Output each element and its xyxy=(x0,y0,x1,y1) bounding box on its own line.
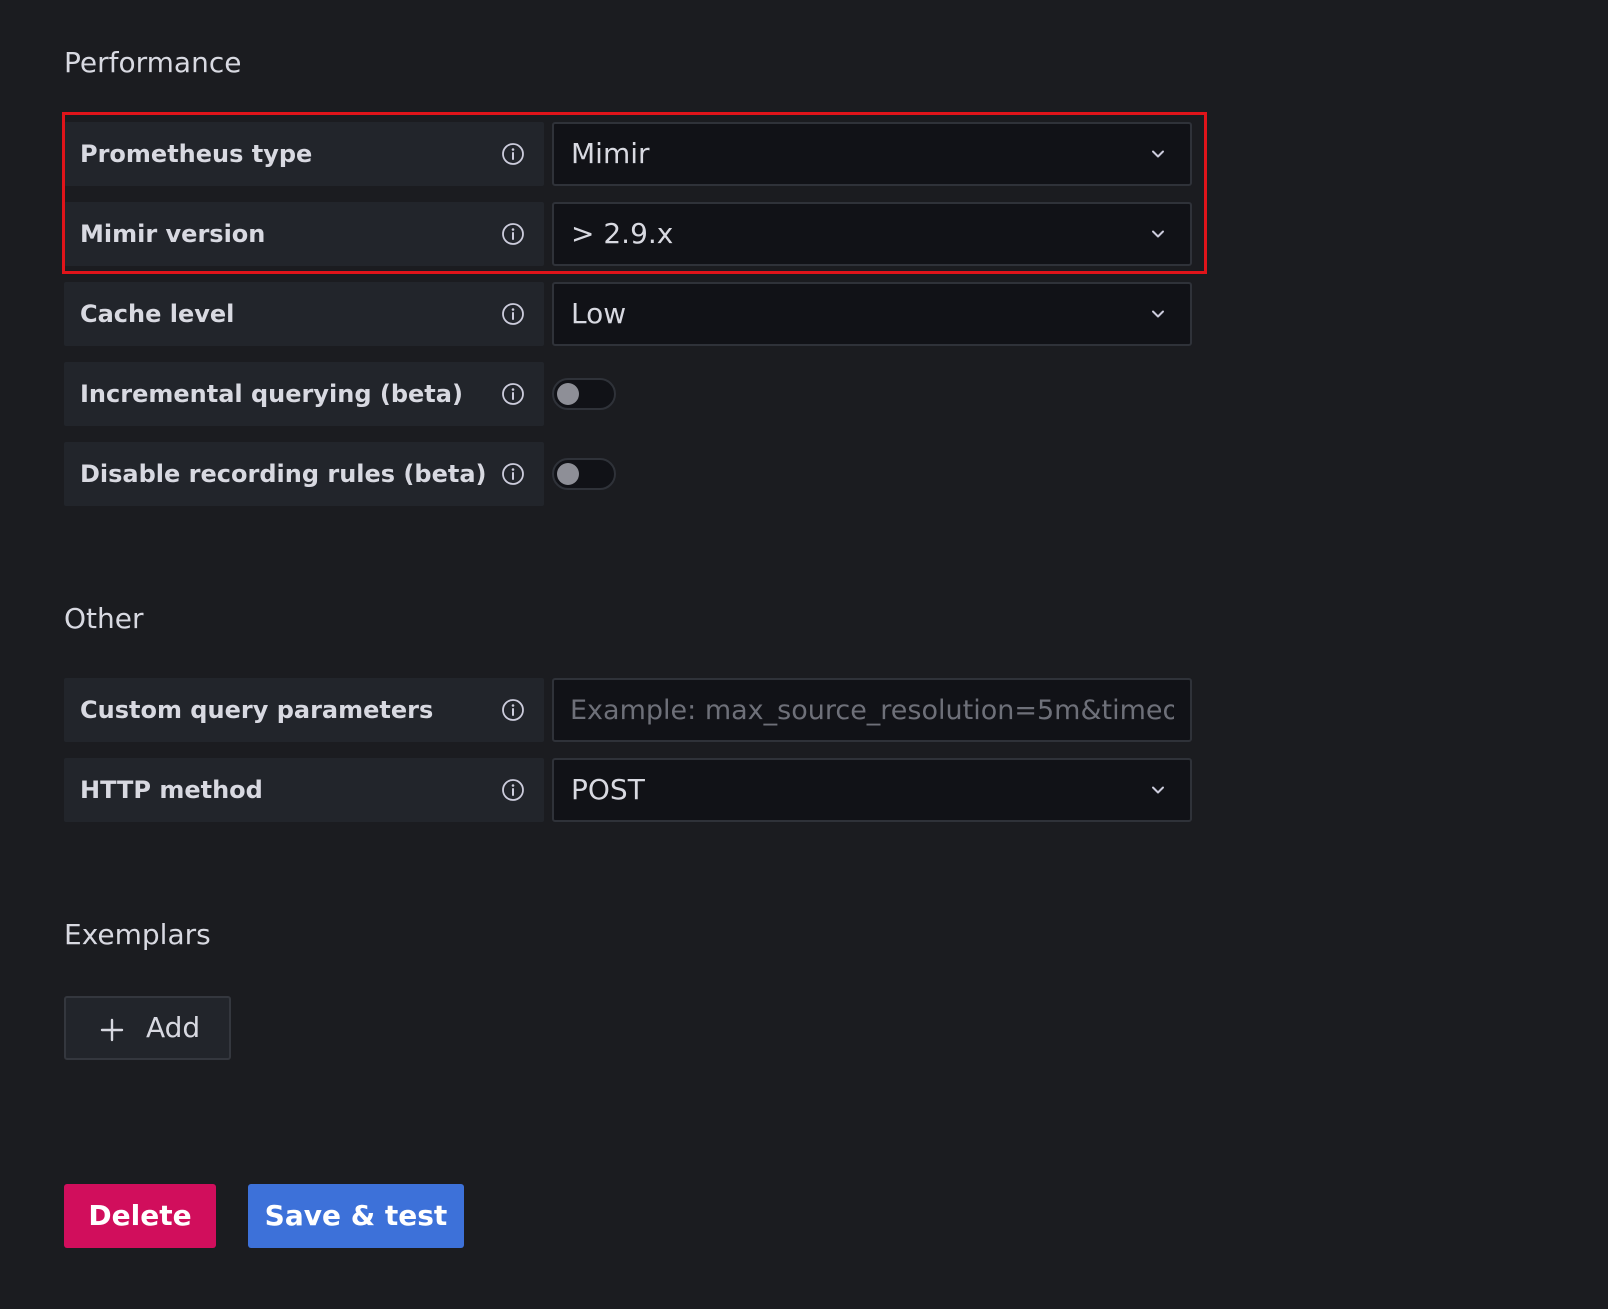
chevron-down-icon xyxy=(1152,786,1164,794)
http-method-label: HTTP method xyxy=(80,776,263,804)
mimir-version-row: Mimir version > 2.9.x xyxy=(64,202,1192,266)
cache-level-label-box: Cache level xyxy=(64,282,544,346)
toggle-knob xyxy=(557,463,579,485)
delete-button[interactable]: Delete xyxy=(64,1184,216,1248)
mimir-version-label-box: Mimir version xyxy=(64,202,544,266)
mimir-version-label: Mimir version xyxy=(80,220,266,248)
add-exemplar-label: Add xyxy=(146,1011,201,1044)
mimir-version-value: > 2.9.x xyxy=(571,217,674,250)
chevron-down-icon xyxy=(1152,310,1164,318)
disable-recording-rules-row: Disable recording rules (beta) xyxy=(64,442,1192,506)
incremental-querying-label: Incremental querying (beta) xyxy=(80,380,463,408)
cache-level-label: Cache level xyxy=(80,300,235,328)
info-circle-icon[interactable] xyxy=(501,222,525,246)
incremental-querying-row: Incremental querying (beta) xyxy=(64,362,1192,426)
prometheus-type-value: Mimir xyxy=(571,137,650,170)
http-method-value: POST xyxy=(571,773,645,806)
prometheus-type-label: Prometheus type xyxy=(80,140,313,168)
disable-recording-rules-toggle[interactable] xyxy=(552,458,616,490)
prometheus-type-label-box: Prometheus type xyxy=(64,122,544,186)
add-exemplar-button[interactable]: Add xyxy=(64,996,231,1060)
custom-query-parameters-input[interactable] xyxy=(552,678,1192,742)
prometheus-type-row: Prometheus type Mimir xyxy=(64,122,1192,186)
info-circle-icon[interactable] xyxy=(501,778,525,802)
toggle-knob xyxy=(557,383,579,405)
custom-query-parameters-row: Custom query parameters xyxy=(64,678,1192,742)
info-circle-icon[interactable] xyxy=(501,462,525,486)
save-and-test-button[interactable]: Save & test xyxy=(248,1184,464,1248)
cache-level-select[interactable]: Low xyxy=(552,282,1192,346)
info-circle-icon[interactable] xyxy=(501,302,525,326)
info-circle-icon[interactable] xyxy=(501,142,525,166)
plus-icon xyxy=(100,1018,124,1042)
performance-section-title: Performance xyxy=(64,46,242,79)
chevron-down-icon xyxy=(1152,150,1164,158)
cache-level-value: Low xyxy=(571,297,627,330)
other-section-title: Other xyxy=(64,602,144,635)
mimir-version-select[interactable]: > 2.9.x xyxy=(552,202,1192,266)
prometheus-type-select[interactable]: Mimir xyxy=(552,122,1192,186)
chevron-down-icon xyxy=(1152,230,1164,238)
disable-recording-rules-label-box: Disable recording rules (beta) xyxy=(64,442,544,506)
incremental-querying-toggle[interactable] xyxy=(552,378,616,410)
http-method-row: HTTP method POST xyxy=(64,758,1192,822)
custom-query-parameters-label: Custom query parameters xyxy=(80,696,434,724)
cache-level-row: Cache level Low xyxy=(64,282,1192,346)
info-circle-icon[interactable] xyxy=(501,698,525,722)
info-circle-icon[interactable] xyxy=(501,382,525,406)
exemplars-section-title: Exemplars xyxy=(64,918,211,951)
disable-recording-rules-label: Disable recording rules (beta) xyxy=(80,460,487,488)
incremental-querying-label-box: Incremental querying (beta) xyxy=(64,362,544,426)
custom-query-parameters-label-box: Custom query parameters xyxy=(64,678,544,742)
http-method-label-box: HTTP method xyxy=(64,758,544,822)
http-method-select[interactable]: POST xyxy=(552,758,1192,822)
